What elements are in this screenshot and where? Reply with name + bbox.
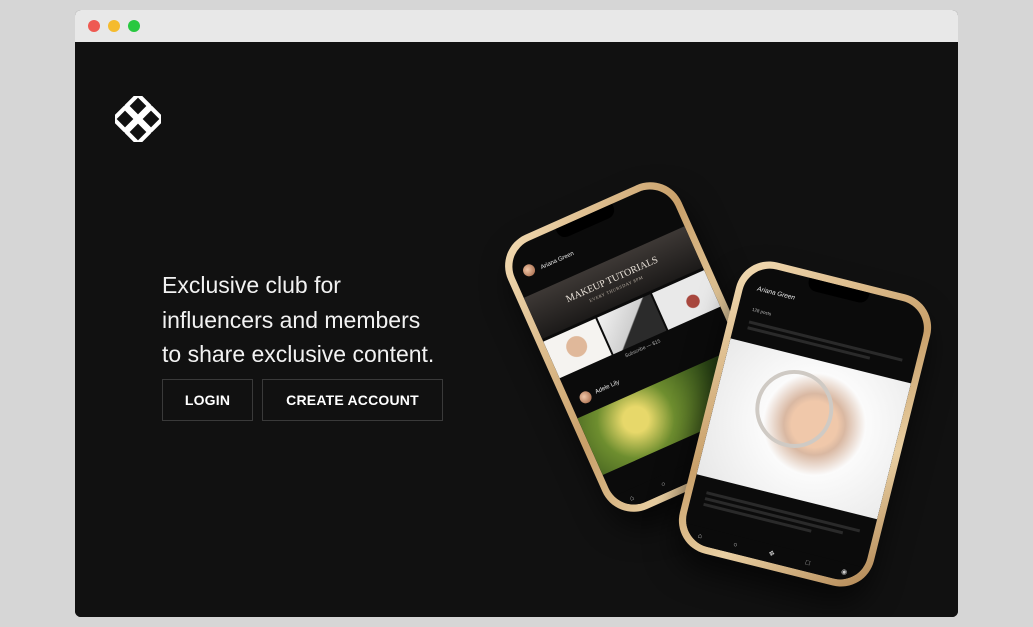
knot-icon: ✥ [767,550,776,559]
profile-name-block: Ariana Green [536,243,576,274]
landing-page: Exclusive club for influencers and membe… [75,42,958,617]
avatar [521,262,537,279]
posts-count: 128 posts [751,306,772,317]
zoom-window-button[interactable] [128,20,140,32]
hero-headline: Exclusive club for influencers and membe… [162,268,502,372]
headline-line-1: Exclusive club for [162,272,341,299]
search-icon: ○ [660,480,667,489]
share-icon: □ [804,558,811,567]
minimize-window-button[interactable] [108,20,120,32]
profile-name: Ariana Green [540,250,576,271]
window-titlebar [75,10,958,42]
mirror-ring [747,361,842,457]
second-user-name: Adele Lily [594,379,621,396]
avatar [577,389,594,406]
headline-line-3: to share exclusive content. [162,341,435,368]
create-account-button[interactable]: CREATE ACCOUNT [262,379,443,421]
phone-header-name: Ariana Green [756,285,796,302]
search-icon: ○ [732,540,739,549]
login-button[interactable]: LOGIN [162,379,253,421]
interlaced-knot-logo-icon[interactable] [115,96,161,142]
makeup-mirror-photo [696,338,911,520]
home-icon: ⌂ [628,494,636,503]
profile-icon: ◉ [840,568,848,577]
home-icon: ⌂ [697,532,703,540]
headline-line-2: influencers and members [162,306,421,333]
close-window-button[interactable] [88,20,100,32]
browser-window: Exclusive club for influencers and membe… [75,10,958,617]
